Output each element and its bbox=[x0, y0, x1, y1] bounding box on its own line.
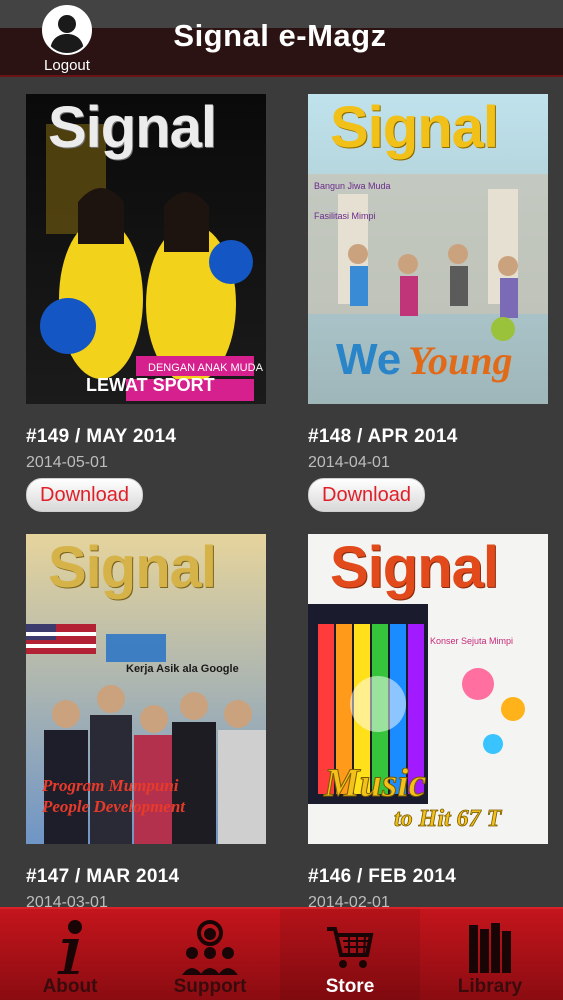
tab-support-label: Support bbox=[173, 976, 247, 997]
download-button[interactable]: Download bbox=[26, 478, 143, 512]
svg-text:to Hit 67 T: to Hit 67 T bbox=[394, 806, 503, 832]
info-icon bbox=[0, 919, 140, 975]
tab-store-label: Store bbox=[325, 976, 375, 997]
download-button[interactable]: Download bbox=[308, 478, 425, 512]
svg-text:Program Mumpuni: Program Mumpuni bbox=[41, 776, 179, 795]
tab-library[interactable]: Library bbox=[420, 909, 560, 1000]
issue-cover[interactable]: We Young Bangun Jiwa Muda Fasilitasi Mim… bbox=[308, 94, 548, 404]
svg-text:Bangun Jiwa Muda: Bangun Jiwa Muda bbox=[314, 181, 391, 191]
issue-title: #147 / MAR 2014 bbox=[26, 866, 180, 887]
logout-button[interactable]: Logout bbox=[36, 5, 98, 75]
cover-masthead: Signal bbox=[330, 95, 499, 160]
svg-text:Young: Young bbox=[408, 338, 513, 383]
svg-text:LEWAT SPORT: LEWAT SPORT bbox=[86, 375, 215, 395]
issue-cover[interactable]: Konser Sejuta Mimpi Music to Hit 67 T Si… bbox=[308, 534, 548, 844]
cover-masthead: Signal bbox=[48, 535, 217, 600]
tab-library-label: Library bbox=[457, 976, 523, 997]
issue-title: #148 / APR 2014 bbox=[308, 426, 458, 447]
tab-about-label: About bbox=[42, 976, 98, 997]
issue-title: #146 / FEB 2014 bbox=[308, 866, 457, 887]
logout-label: Logout bbox=[44, 57, 90, 74]
svg-text:Fasilitasi Mimpi: Fasilitasi Mimpi bbox=[314, 211, 376, 221]
app-header: Logout Signal e-Magz bbox=[0, 0, 563, 77]
support-icon bbox=[140, 919, 280, 975]
svg-text:People Development: People Development bbox=[41, 797, 186, 816]
svg-text:DENGAN ANAK MUDA: DENGAN ANAK MUDA bbox=[148, 362, 264, 374]
issue-cover[interactable]: Kerja Asik ala Google Program Mumpuni Pe… bbox=[26, 534, 266, 844]
books-icon bbox=[420, 919, 560, 975]
issue-card[interactable]: LEWAT SPORT DENGAN ANAK MUDA Signal #149… bbox=[26, 94, 266, 512]
svg-text:Kerja Asik ala Google: Kerja Asik ala Google bbox=[126, 663, 239, 675]
issue-title: #149 / MAY 2014 bbox=[26, 426, 177, 447]
svg-text:Konser Sejuta Mimpi: Konser Sejuta Mimpi bbox=[430, 636, 513, 646]
svg-text:Music: Music bbox=[323, 760, 426, 805]
issue-date: 2014-04-01 bbox=[308, 454, 390, 471]
issue-card[interactable]: Kerja Asik ala Google Program Mumpuni Pe… bbox=[26, 534, 266, 912]
issue-card[interactable]: Konser Sejuta Mimpi Music to Hit 67 T Si… bbox=[308, 534, 548, 912]
tab-about[interactable]: About bbox=[0, 909, 140, 1000]
svg-text:We: We bbox=[336, 335, 401, 384]
issue-date: 2014-05-01 bbox=[26, 454, 108, 471]
cart-icon bbox=[280, 919, 420, 975]
cover-masthead: Signal bbox=[330, 535, 499, 600]
cover-masthead: Signal bbox=[48, 95, 217, 160]
issue-card[interactable]: We Young Bangun Jiwa Muda Fasilitasi Mim… bbox=[308, 94, 548, 512]
bottom-tab-bar: About Support Store Library bbox=[0, 907, 563, 1000]
user-avatar-icon bbox=[42, 5, 92, 55]
tab-store[interactable]: Store bbox=[280, 909, 420, 1000]
issue-cover[interactable]: LEWAT SPORT DENGAN ANAK MUDA Signal bbox=[26, 94, 266, 404]
page-title: Signal e-Magz bbox=[173, 18, 387, 53]
tab-support[interactable]: Support bbox=[140, 909, 280, 1000]
